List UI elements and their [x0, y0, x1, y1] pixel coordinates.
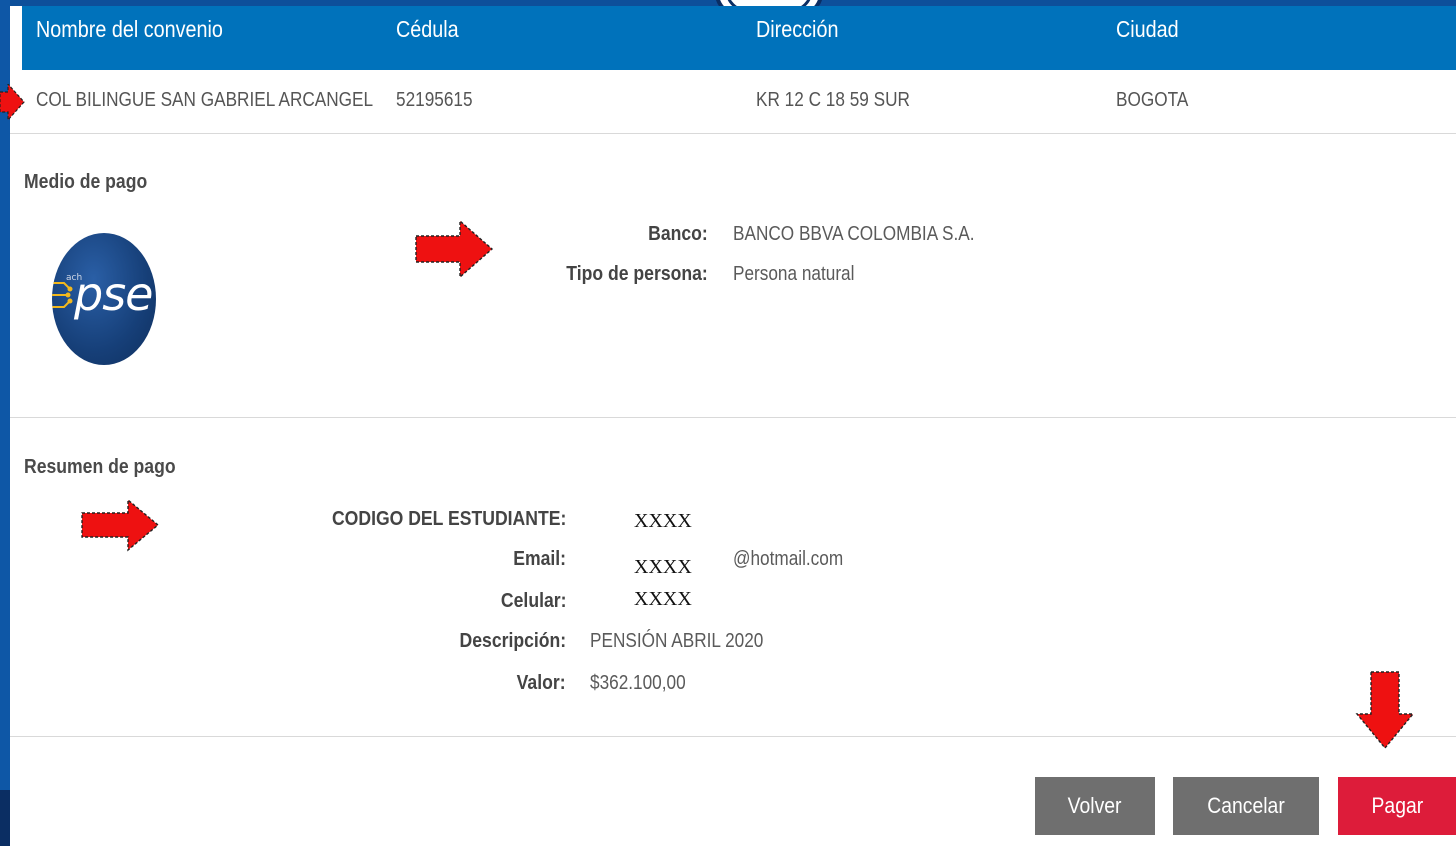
agreement-table-header: Nombre del convenio Cédula Dirección Ciu… — [22, 6, 1456, 70]
tipo-persona-label: Tipo de persona: — [566, 263, 708, 285]
header-cedula: Cédula — [396, 16, 459, 42]
cell-direccion: KR 12 C 18 59 SUR — [756, 89, 910, 111]
codigo-estudiante-value: XXXX — [634, 510, 692, 532]
arrow-right-icon — [81, 498, 160, 552]
volver-button[interactable]: Volver — [1035, 777, 1155, 835]
slide-left-band — [0, 0, 10, 846]
codigo-estudiante-label: CODIGO DEL ESTUDIANTE: — [331, 508, 566, 530]
cell-cedula: 52195615 — [396, 89, 473, 111]
medio-pago-title: Medio de pago — [24, 171, 148, 193]
email-masked-value: XXXX — [634, 556, 692, 578]
pagar-button[interactable]: Pagar — [1338, 777, 1456, 835]
banco-value: BANCO BBVA COLOMBIA S.A. — [733, 223, 975, 245]
valor-label: Valor: — [517, 672, 566, 694]
cell-ciudad: BOGOTA — [1116, 89, 1189, 111]
header-direccion: Dirección — [756, 16, 839, 42]
volver-button-label: Volver — [1068, 793, 1122, 818]
cancelar-button[interactable]: Cancelar — [1173, 777, 1319, 835]
email-label: Email: — [513, 548, 566, 570]
divider — [10, 133, 1456, 134]
banco-label: Banco: — [648, 223, 708, 245]
cell-nombre-convenio: COL BILINGUE SAN GABRIEL ARCANGEL — [36, 89, 374, 111]
tipo-persona-value: Persona natural — [733, 263, 855, 285]
resumen-pago-title: Resumen de pago — [24, 456, 176, 478]
slide-left-band-dark — [0, 790, 10, 846]
email-domain: @hotmail.com — [733, 548, 844, 570]
pse-wordmark: pse — [74, 267, 153, 321]
arrow-right-icon — [0, 84, 25, 122]
divider — [10, 736, 1456, 737]
valor-value: $362.100,00 — [590, 672, 686, 694]
celular-value: XXXX — [634, 588, 692, 610]
descripcion-value: PENSIÓN ABRIL 2020 — [590, 630, 764, 652]
divider — [10, 417, 1456, 418]
descripcion-label: Descripción: — [459, 630, 566, 652]
arrow-down-icon — [1355, 671, 1415, 750]
header-nombre-convenio: Nombre del convenio — [36, 16, 223, 42]
pagar-button-label: Pagar — [1371, 793, 1423, 818]
payment-confirmation-page: Nombre del convenio Cédula Dirección Ciu… — [0, 0, 1456, 846]
cancelar-button-label: Cancelar — [1207, 793, 1285, 818]
arrow-right-icon — [415, 219, 494, 279]
celular-label: Celular: — [500, 590, 566, 612]
pse-logo: ach pse — [52, 233, 156, 365]
header-ciudad: Ciudad — [1116, 16, 1179, 42]
